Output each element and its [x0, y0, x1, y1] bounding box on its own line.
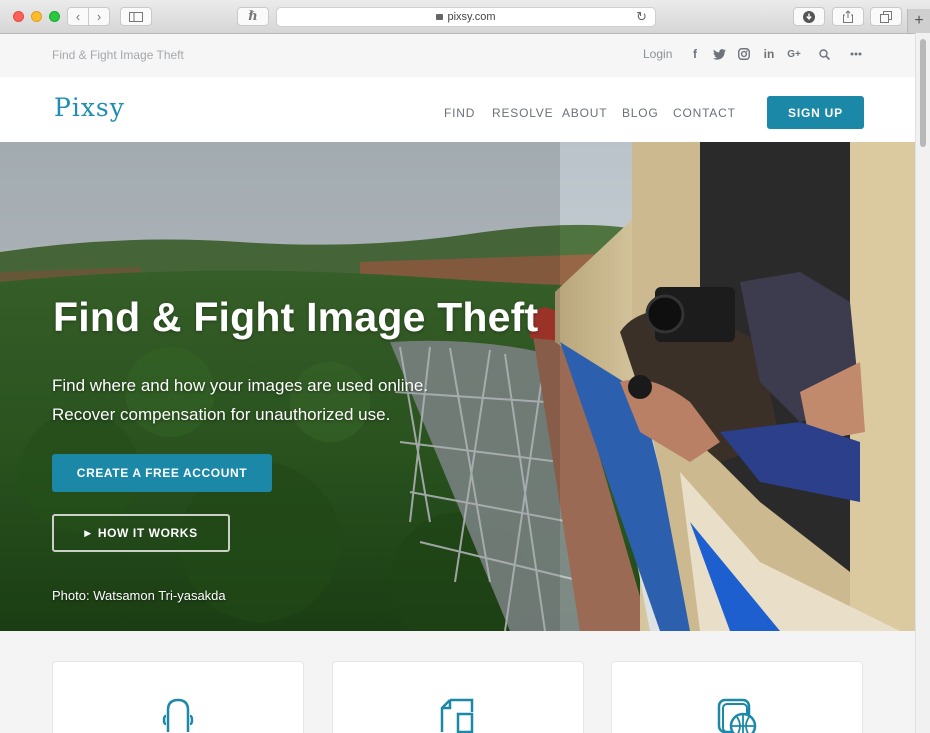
main-navigation: Pixsy FIND RESOLVE ABOUT BLOG CONTACT SI… — [0, 77, 915, 142]
globe-icon — [717, 698, 757, 733]
zoom-window-button[interactable] — [49, 11, 60, 22]
user-icon — [162, 698, 194, 732]
hero-subtitle-line-1: Find where and how your images are used … — [52, 376, 429, 395]
tabs-icon — [880, 10, 892, 23]
document-icon — [440, 698, 474, 733]
feature-card-3 — [611, 661, 863, 733]
how-it-works-button[interactable]: ▶ HOW IT WORKS — [52, 514, 230, 552]
photo-credit: Photo: Watsamon Tri-yasakda — [52, 588, 226, 603]
share-button[interactable] — [832, 7, 864, 26]
pixsy-logo[interactable]: Pixsy — [54, 93, 125, 122]
features-section — [0, 631, 915, 733]
nav-blog[interactable]: BLOG — [622, 106, 659, 120]
feature-card-2 — [332, 661, 584, 733]
close-window-button[interactable] — [13, 11, 24, 22]
nav-contact[interactable]: CONTACT — [673, 106, 736, 120]
search-icon[interactable] — [816, 46, 832, 62]
sign-up-button[interactable]: SIGN UP — [767, 96, 864, 129]
hero-subtitle-line-2: Recover compensation for unauthorized us… — [52, 405, 391, 424]
feature-card-1 — [52, 661, 304, 733]
create-free-account-button[interactable]: CREATE A FREE ACCOUNT — [52, 454, 272, 492]
webpage: Find & Fight Image Theft Login f in G+ P… — [0, 34, 915, 733]
linkedin-icon[interactable]: in — [761, 46, 777, 62]
browser-toolbar: ‹ › ℏ pixsy.com ↻ + — [0, 0, 930, 34]
nav-find[interactable]: FIND — [444, 106, 475, 120]
instagram-icon[interactable] — [736, 46, 752, 62]
page-scrollbar[interactable] — [915, 33, 930, 733]
plus-icon: + — [914, 12, 924, 29]
downloads-button[interactable] — [793, 7, 825, 26]
facebook-icon[interactable]: f — [687, 46, 703, 62]
chevron-right-icon: › — [96, 9, 102, 24]
minimize-window-button[interactable] — [31, 11, 42, 22]
how-it-works-label: HOW IT WORKS — [97, 526, 198, 540]
address-bar[interactable]: pixsy.com ↻ — [276, 7, 656, 27]
nav-resolve[interactable]: RESOLVE — [492, 106, 553, 120]
play-icon: ▶ — [84, 527, 92, 538]
more-icon[interactable] — [848, 46, 864, 62]
sidebar-button[interactable] — [120, 7, 152, 26]
utility-bar: Find & Fight Image Theft Login f in G+ — [0, 34, 915, 77]
hero-section: Find & Fight Image Theft Find where and … — [0, 142, 915, 631]
forward-button[interactable]: › — [88, 7, 110, 26]
scrollbar-thumb[interactable] — [920, 39, 926, 147]
download-icon — [803, 10, 815, 23]
chevron-left-icon: ‹ — [75, 9, 81, 24]
sidebar-icon — [129, 11, 143, 22]
reload-icon[interactable]: ↻ — [636, 9, 647, 25]
login-link[interactable]: Login — [643, 47, 672, 61]
site-tagline: Find & Fight Image Theft — [52, 48, 184, 62]
share-icon — [843, 10, 853, 23]
nav-about[interactable]: ABOUT — [562, 106, 607, 120]
lock-icon — [436, 14, 444, 20]
tabs-overview-button[interactable] — [870, 7, 902, 26]
extension-button[interactable]: ℏ — [237, 7, 269, 26]
url-text: pixsy.com — [447, 11, 496, 23]
twitter-icon[interactable] — [711, 46, 727, 62]
google-plus-icon[interactable]: G+ — [786, 46, 802, 62]
back-button[interactable]: ‹ — [67, 7, 89, 26]
hero-title: Find & Fight Image Theft — [53, 294, 539, 340]
new-tab-button[interactable]: + — [907, 9, 930, 33]
extension-icon: ℏ — [248, 9, 258, 24]
